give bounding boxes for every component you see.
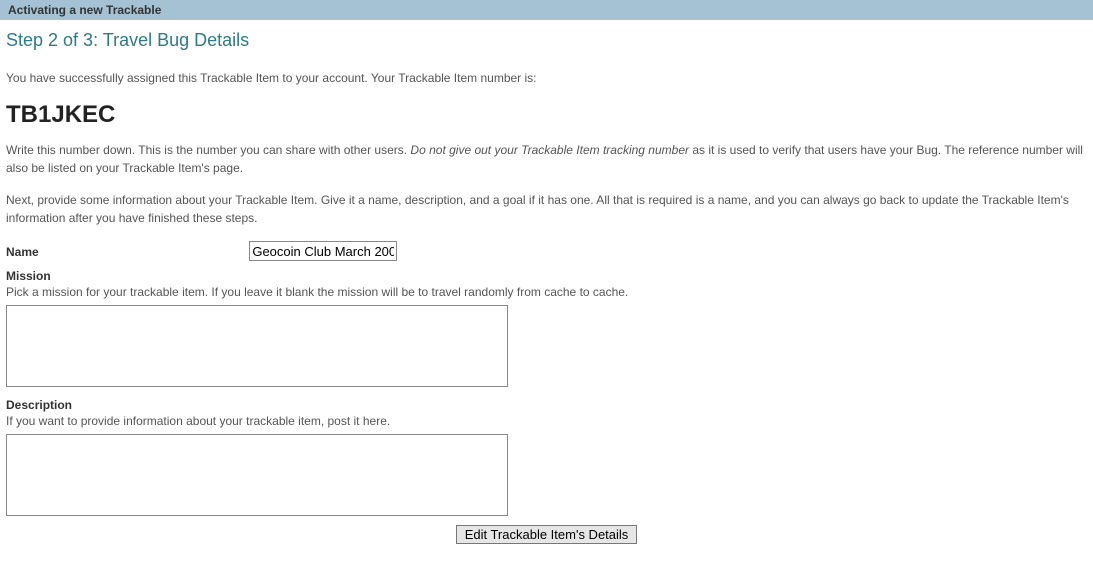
name-label: Name (6, 245, 246, 259)
page-header-bar: Activating a new Trackable (0, 0, 1093, 20)
page-content: Step 2 of 3: Travel Bug Details You have… (0, 20, 1093, 550)
edit-details-button[interactable] (456, 525, 638, 544)
description-textarea[interactable] (6, 434, 508, 516)
writedown-paragraph: Write this number down. This is the numb… (6, 141, 1087, 177)
mission-label: Mission (6, 269, 1087, 283)
mission-textarea[interactable] (6, 305, 508, 387)
name-input[interactable] (249, 241, 397, 261)
submit-row (6, 525, 1087, 544)
description-hint: If you want to provide information about… (6, 413, 1087, 430)
trackable-number: TB1JKEC (6, 101, 1087, 129)
next-steps-paragraph: Next, provide some information about you… (6, 191, 1087, 227)
writedown-warning: Do not give out your Trackable Item trac… (410, 143, 689, 157)
success-message: You have successfully assigned this Trac… (6, 69, 1087, 87)
mission-hint: Pick a mission for your trackable item. … (6, 284, 1087, 301)
page-header-title: Activating a new Trackable (8, 3, 161, 17)
name-row: Name (6, 241, 1087, 261)
writedown-pre: Write this number down. This is the numb… (6, 143, 410, 157)
step-title: Step 2 of 3: Travel Bug Details (6, 30, 1087, 51)
description-label: Description (6, 398, 1087, 412)
